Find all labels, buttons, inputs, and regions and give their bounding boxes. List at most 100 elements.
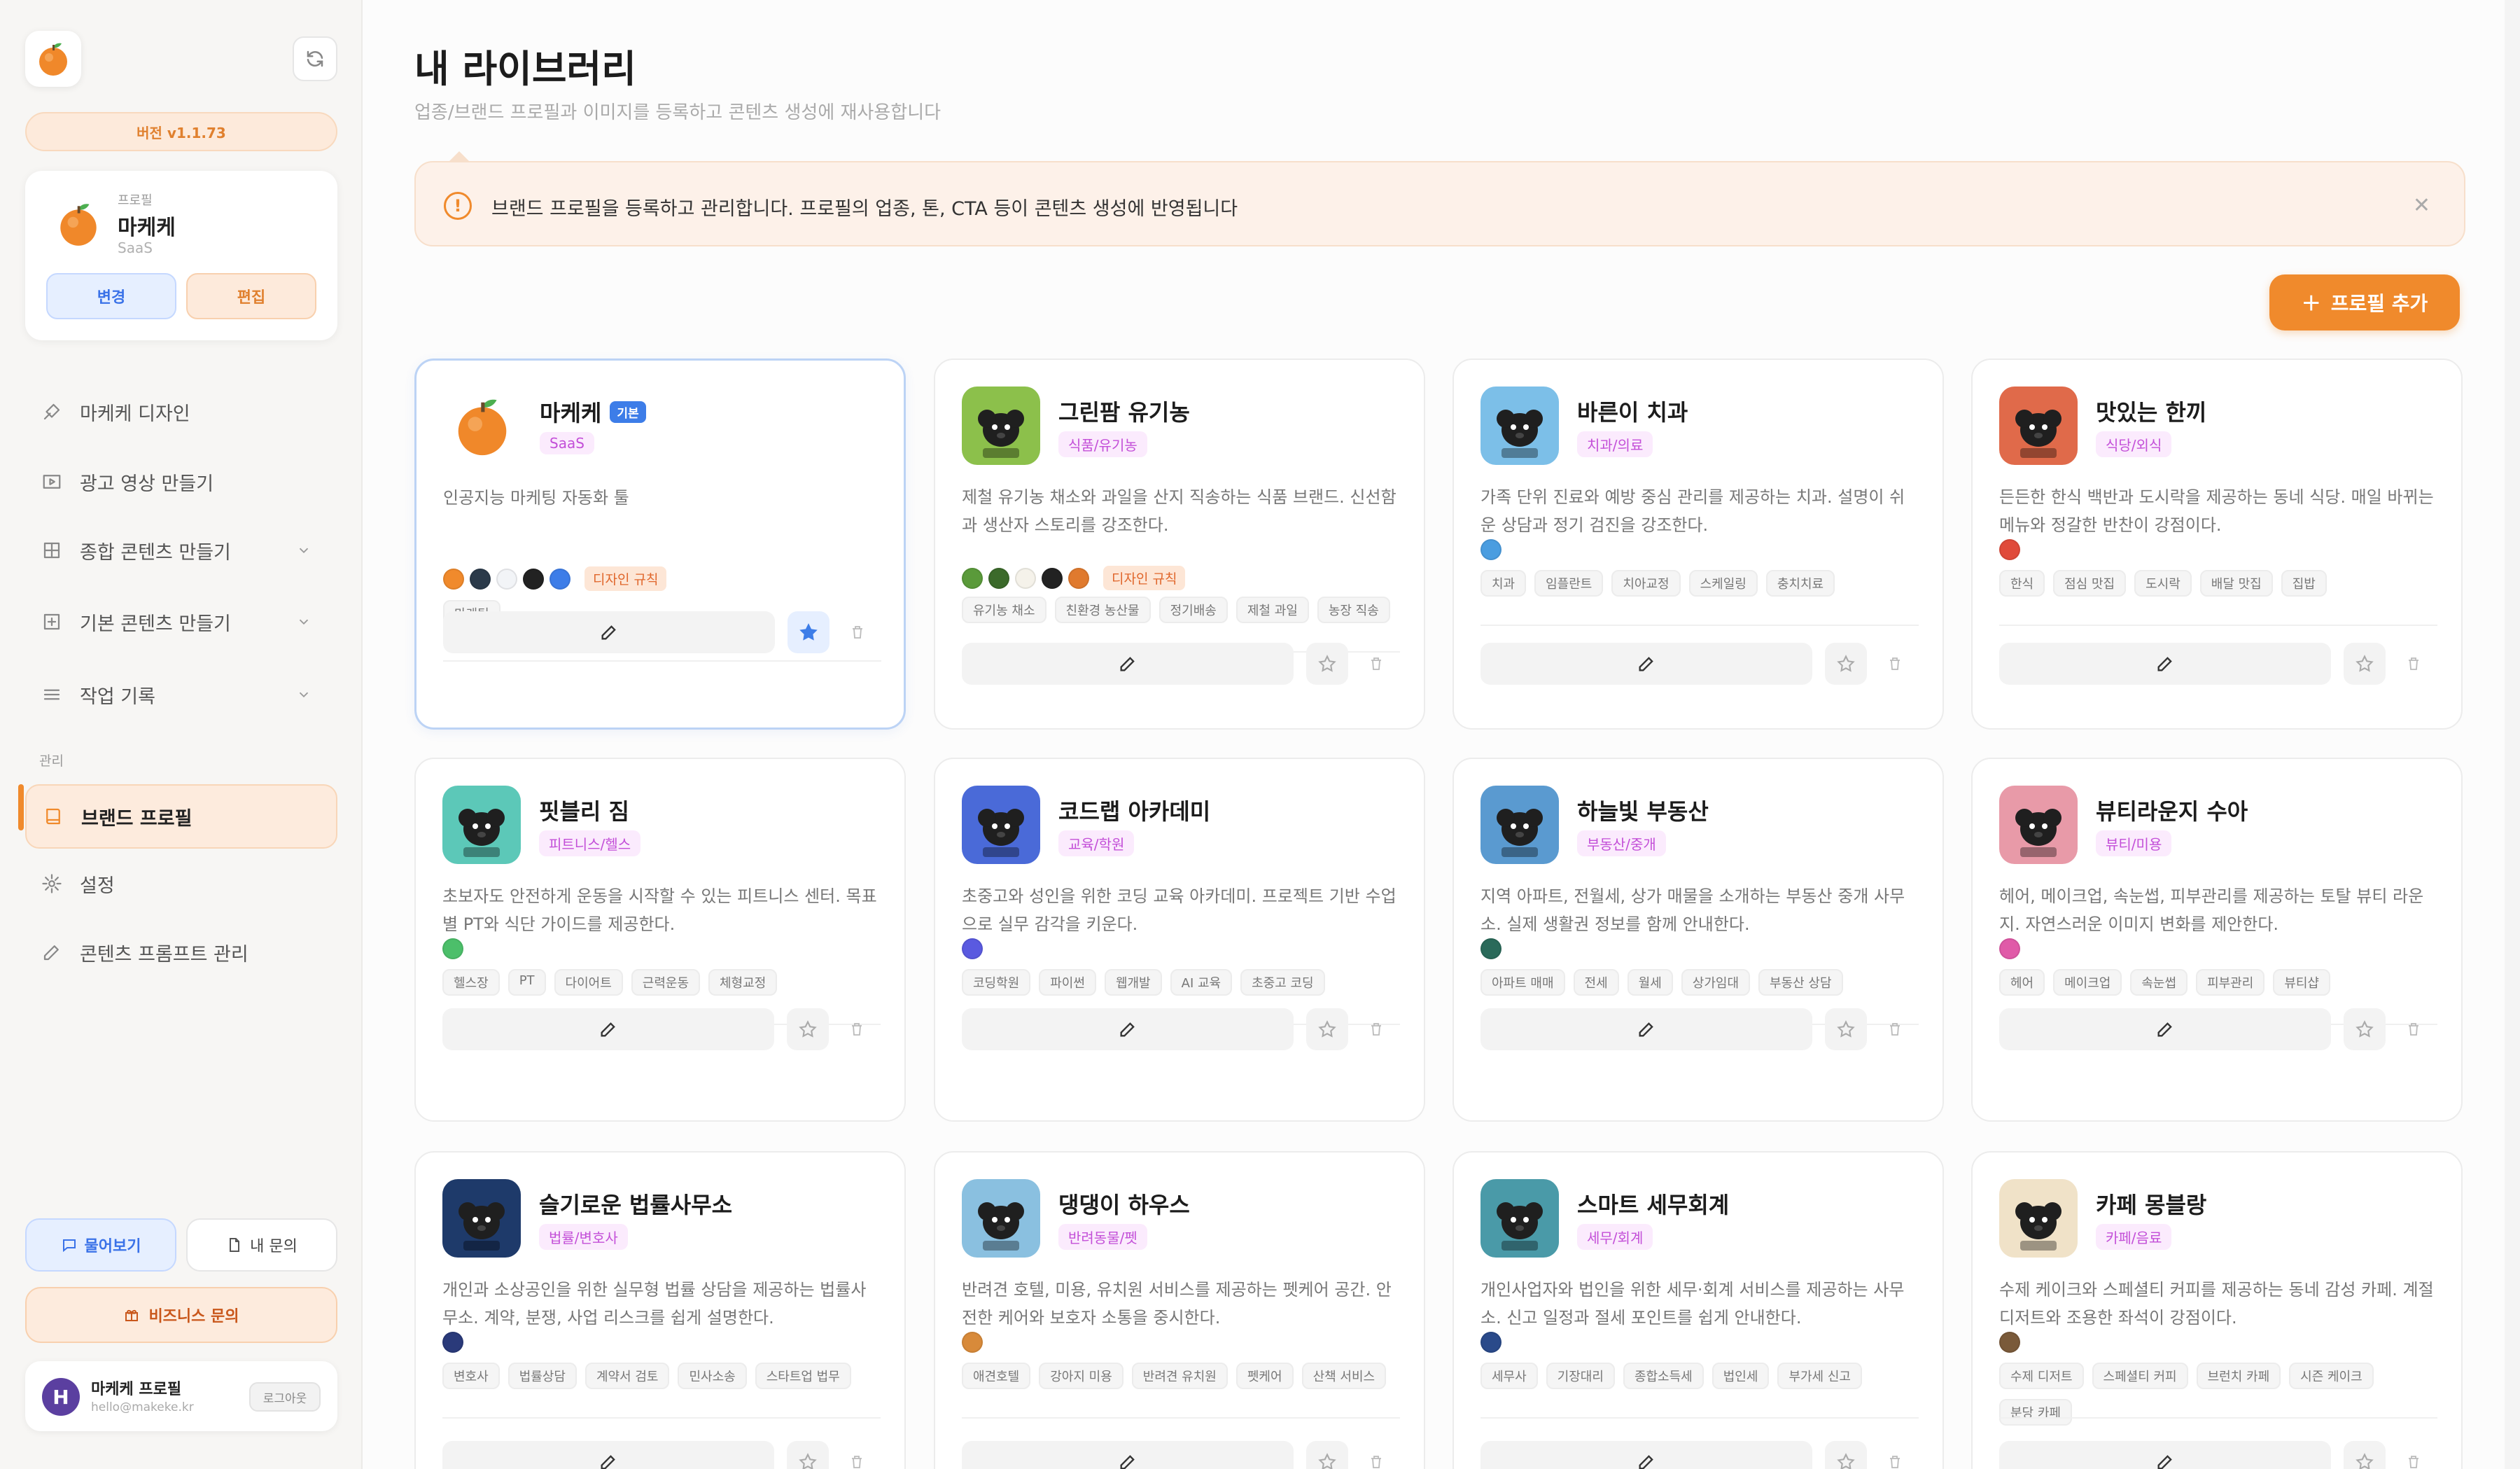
- favorite-button[interactable]: [1825, 1441, 1867, 1469]
- favorite-button[interactable]: [1825, 643, 1867, 685]
- close-icon[interactable]: ✕: [2413, 193, 2430, 218]
- profile-card[interactable]: 스마트 세무회계 세무/회계 개인사업자와 법인을 위한 세무·회계 서비스를 제공…: [1452, 1151, 1944, 1469]
- divider: [962, 1417, 1400, 1419]
- delete-button[interactable]: [1878, 1441, 1912, 1469]
- star-icon: [2356, 1020, 2374, 1038]
- nav-item-2[interactable]: 광고 영상 만들기: [25, 454, 337, 510]
- profile-card[interactable]: 그린팜 유기농 식품/유기농 제철 유기농 채소와 과일을 산지 직송하는 식품 브…: [934, 358, 1425, 730]
- ask-button[interactable]: 물어보기: [25, 1218, 176, 1272]
- chevron-down-icon[interactable]: [293, 539, 315, 562]
- pencil-icon: [1120, 1022, 1135, 1037]
- profile-card[interactable]: 핏블리 짐 피트니스/헬스 초보자도 안전하게 운동을 시작할 수 있는 피트니스 …: [414, 758, 906, 1122]
- profile-card[interactable]: 마케케기본SaaS인공지능 마케팅 자동화 툴디자인 규칙마케팅: [414, 358, 906, 730]
- my-inquiry-button[interactable]: 내 문의: [186, 1218, 337, 1272]
- delete-button[interactable]: [1359, 1441, 1393, 1469]
- favorite-button[interactable]: [787, 1008, 829, 1050]
- logout-button[interactable]: 로그아웃: [249, 1382, 321, 1412]
- edit-button[interactable]: [1999, 1008, 2331, 1050]
- profile-name: 댕댕이 하우스: [1058, 1192, 1190, 1218]
- nav-manage-1[interactable]: 브랜드 프로필: [25, 784, 337, 849]
- info-notice: ! 브랜드 프로필을 등록하고 관리합니다. 프로필의 업종, 톤, CTA 등…: [414, 161, 2465, 246]
- edit-button[interactable]: [1999, 1441, 2331, 1469]
- nav-item-5[interactable]: 작업 기록: [25, 667, 337, 723]
- tag: 스타트업 법무: [755, 1363, 851, 1389]
- gift-icon: [125, 1309, 139, 1321]
- business-inquiry-button[interactable]: 비즈니스 문의: [25, 1287, 337, 1343]
- dog-mascot-icon: [962, 786, 1040, 864]
- ask-label: 물어보기: [84, 1238, 141, 1255]
- app-logo[interactable]: [25, 31, 81, 87]
- profile-card[interactable]: 슬기로운 법률사무소 법률/변호사 개인과 소상공인을 위한 실무형 법률 상담을 …: [414, 1151, 906, 1469]
- favorite-button[interactable]: [1306, 643, 1348, 685]
- edit-button[interactable]: [962, 1008, 1294, 1050]
- nav-item-1[interactable]: 마케케 디자인: [25, 384, 337, 440]
- nav-item-4[interactable]: 기본 콘텐츠 만들기: [25, 594, 337, 650]
- edit-button[interactable]: [1480, 1008, 1812, 1050]
- color-swatch: [1480, 938, 1502, 959]
- profile-name: 코드랩 아카데미: [1058, 798, 1211, 825]
- tag: 월세: [1627, 969, 1673, 996]
- favorite-button[interactable]: [787, 1441, 829, 1469]
- profile-card[interactable]: 카페 몽블랑 카페/음료 수제 케이크와 스페셜티 커피를 제공하는 동네 감성 카…: [1971, 1151, 2463, 1469]
- default-badge: 기본: [610, 401, 646, 423]
- pencil-icon: [1639, 1022, 1653, 1037]
- nav-manage-3[interactable]: 콘텐츠 프롬프트 관리: [25, 924, 337, 980]
- tag: 속눈썹: [2130, 969, 2188, 996]
- edit-button[interactable]: [962, 1441, 1294, 1469]
- favorite-button[interactable]: [788, 611, 830, 653]
- dog-mascot-icon: [1999, 387, 2078, 465]
- profile-card[interactable]: 뷰티라운지 수아 뷰티/미용 헤어, 메이크업, 속눈썹, 피부관리를 제공하는 토…: [1971, 758, 2463, 1122]
- edit-button[interactable]: [443, 611, 775, 653]
- delete-button[interactable]: [1878, 643, 1912, 685]
- delete-button[interactable]: [1878, 1008, 1912, 1050]
- favorite-button[interactable]: [1306, 1441, 1348, 1469]
- delete-button[interactable]: [2397, 1008, 2430, 1050]
- profile-description: 가족 단위 진료와 예방 중심 관리를 제공하는 치과. 설명이 쉬운 상담과 …: [1480, 487, 1905, 535]
- edit-button[interactable]: [1480, 643, 1812, 685]
- edit-button[interactable]: [1999, 643, 2331, 685]
- tag-list: 아파트 매매 전세 월세 상가임대 부동산 상담: [1480, 969, 1919, 996]
- favorite-button[interactable]: [2344, 1008, 2386, 1050]
- profile-description: 든든한 한식 백반과 도시락을 제공하는 동네 식당. 매일 바뀌는 메뉴와 정…: [1999, 487, 2434, 535]
- delete-button[interactable]: [840, 1008, 874, 1050]
- delete-button[interactable]: [2397, 1441, 2430, 1469]
- nav-manage-2[interactable]: 설정: [25, 856, 337, 912]
- edit-button[interactable]: [442, 1008, 774, 1050]
- add-profile-button[interactable]: ＋ 프로필 추가: [2269, 274, 2460, 330]
- delete-button[interactable]: [2397, 643, 2430, 685]
- scrollbar[interactable]: [2505, 0, 2520, 1469]
- star-icon: [1318, 655, 1336, 672]
- dog-mascot-icon: [442, 786, 521, 864]
- dog-mascot-icon: [1999, 1179, 2078, 1258]
- delete-button[interactable]: [841, 611, 874, 653]
- profile-card[interactable]: 맛있는 한끼 식당/외식 든든한 한식 백반과 도시락을 제공하는 동네 식당. 매…: [1971, 358, 2463, 730]
- delete-button[interactable]: [840, 1441, 874, 1469]
- color-swatch: [962, 938, 983, 959]
- nav-item-3[interactable]: 종합 콘텐츠 만들기: [25, 522, 337, 578]
- refresh-button[interactable]: [293, 36, 337, 81]
- edit-button[interactable]: [962, 643, 1294, 685]
- chevron-down-icon[interactable]: [293, 683, 315, 706]
- star-icon: [2356, 655, 2374, 672]
- tag: 피부관리: [2196, 969, 2265, 996]
- delete-button[interactable]: [1359, 1008, 1393, 1050]
- favorite-button[interactable]: [2344, 643, 2386, 685]
- profile-card[interactable]: 바른이 치과 치과/의료 가족 단위 진료와 예방 중심 관리를 제공하는 치과. …: [1452, 358, 1944, 730]
- edit-button[interactable]: [1480, 1441, 1812, 1469]
- profile-name: 맛있는 한끼: [2096, 399, 2207, 426]
- delete-button[interactable]: [1359, 643, 1393, 685]
- user-email: hello@makeke.kr: [91, 1400, 194, 1414]
- profile-card[interactable]: 하늘빛 부동산 부동산/중개 지역 아파트, 전월세, 상가 매물을 소개하는 부동…: [1452, 758, 1944, 1122]
- chevron-down-icon[interactable]: [293, 611, 315, 633]
- favorite-button[interactable]: [1825, 1008, 1867, 1050]
- trash-icon: [1371, 1456, 1381, 1468]
- favorite-button[interactable]: [2344, 1441, 2386, 1469]
- tag: 산책 서비스: [1301, 1363, 1387, 1389]
- edit-profile-button[interactable]: 편집: [186, 273, 316, 319]
- edit-button[interactable]: [442, 1441, 774, 1469]
- tag: 배달 맛집: [2199, 570, 2273, 597]
- favorite-button[interactable]: [1306, 1008, 1348, 1050]
- profile-card[interactable]: 코드랩 아카데미 교육/학원 초중고와 성인을 위한 코딩 교육 아카데미. 프로젝…: [934, 758, 1425, 1122]
- change-profile-button[interactable]: 변경: [46, 273, 176, 319]
- profile-card[interactable]: 댕댕이 하우스 반려동물/펫 반려견 호텔, 미용, 유치원 서비스를 제공하는 펫…: [934, 1151, 1425, 1469]
